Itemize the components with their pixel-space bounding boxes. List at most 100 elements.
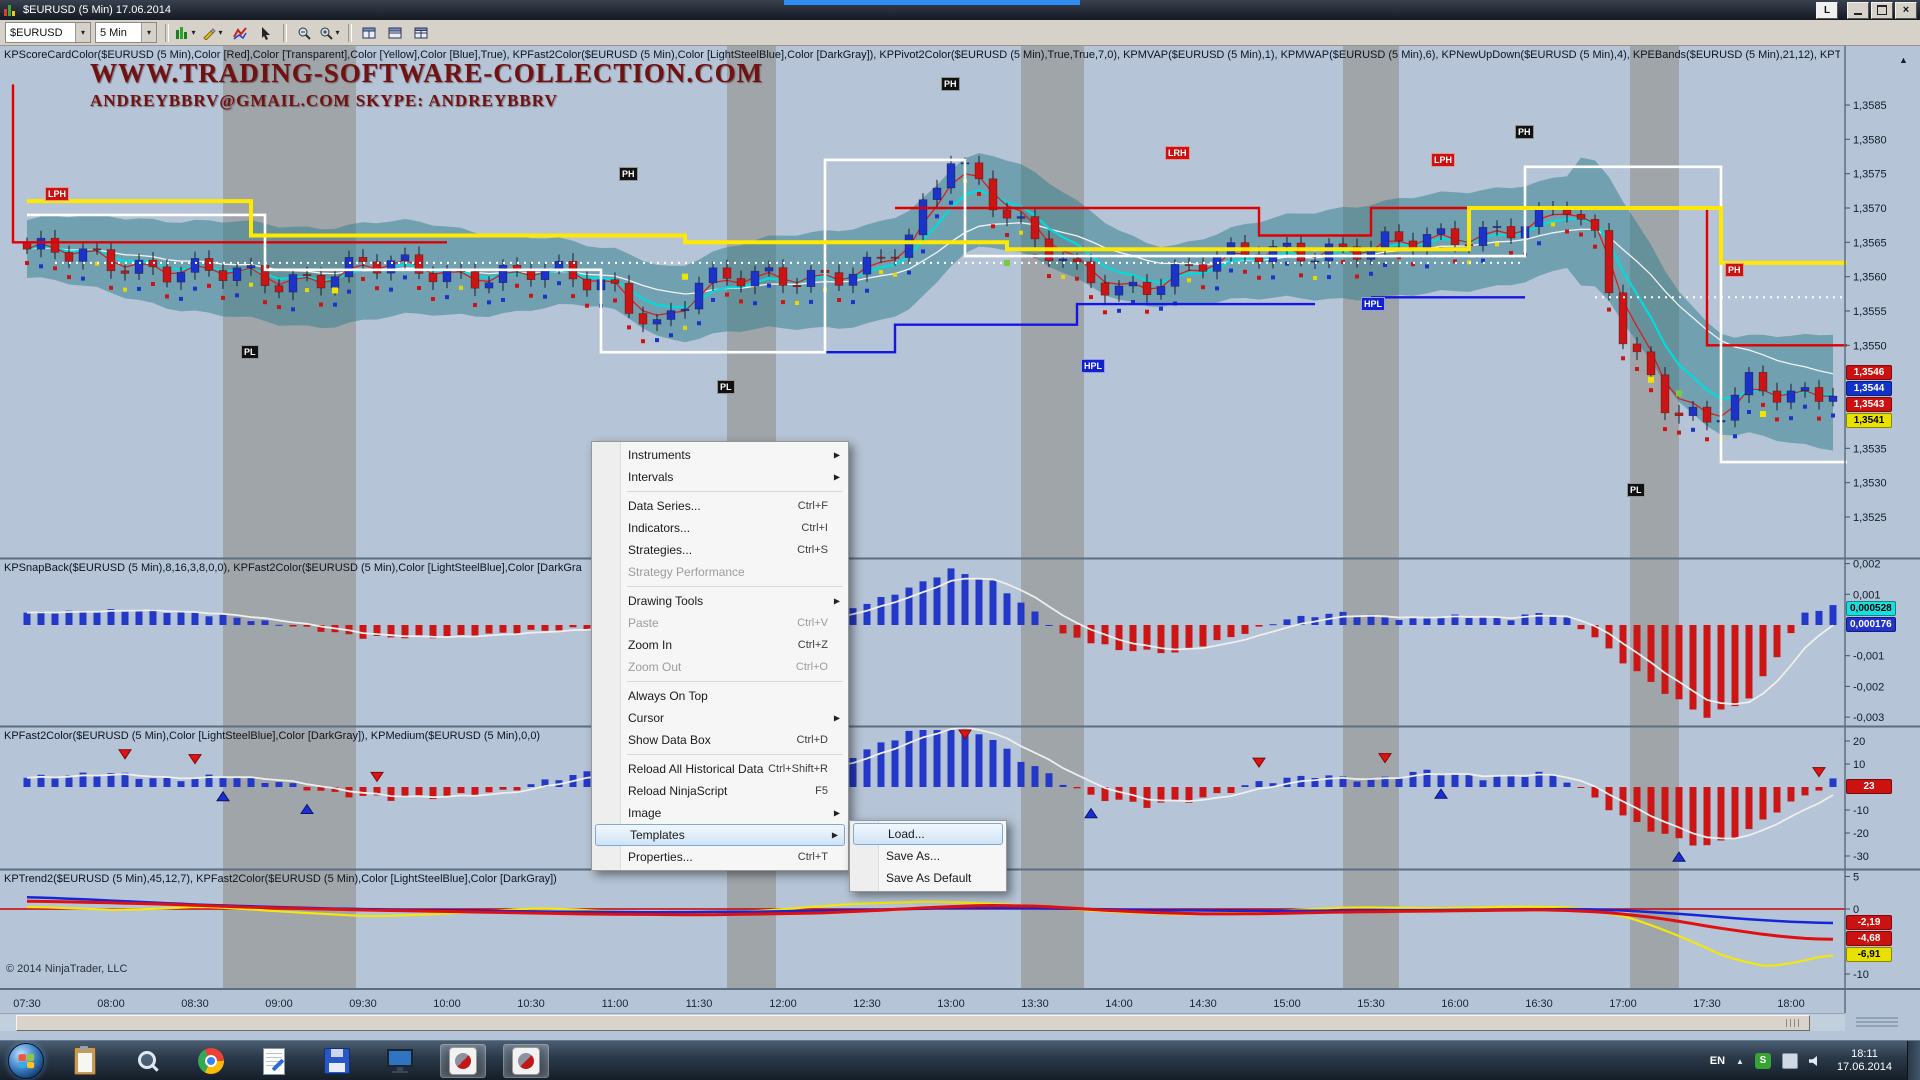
scrollbar-thumb[interactable]: [16, 1015, 1810, 1031]
menu-item-zoom-in[interactable]: Zoom InCtrl+Z: [594, 634, 846, 656]
svg-text:16:30: 16:30: [1525, 998, 1553, 1010]
tile-windows-button-3[interactable]: [408, 21, 434, 44]
menu-item-strategies[interactable]: Strategies...Ctrl+S: [594, 539, 846, 561]
svg-text:08:00: 08:00: [97, 998, 125, 1010]
horizontal-scrollbar[interactable]: [0, 1013, 1845, 1031]
chart-tag-ph: PH: [941, 77, 960, 91]
taskbar-app-chrome[interactable]: [188, 1044, 234, 1078]
menu-item-label: Intervals: [628, 470, 673, 484]
menu-item-always-on-top[interactable]: Always On Top: [594, 685, 846, 707]
svg-text:1,3575: 1,3575: [1853, 169, 1887, 181]
menu-item-label: Indicators...: [628, 521, 690, 535]
menu-item-shortcut: Ctrl+Shift+R: [768, 763, 828, 775]
menu-item-label: Save As Default: [886, 871, 971, 885]
windows-logo-icon: [18, 1054, 34, 1069]
instrument-selector[interactable]: $EURUSD ▾: [5, 22, 91, 43]
menu-item-save-as-default[interactable]: Save As Default: [852, 867, 1004, 889]
close-button[interactable]: ×: [1895, 2, 1917, 19]
svg-text:13:00: 13:00: [937, 998, 965, 1010]
submenu-arrow-icon: ▶: [832, 831, 838, 840]
svg-text:11:30: 11:30: [686, 998, 713, 1010]
drawing-tools-button[interactable]: ▾: [200, 21, 227, 44]
tile-windows-button-2[interactable]: [382, 21, 408, 44]
menu-item-instruments[interactable]: Instruments▶: [594, 444, 846, 466]
taskbar-app-notepad[interactable]: [251, 1044, 297, 1078]
svg-text:1,3570: 1,3570: [1853, 203, 1887, 215]
monitor-icon: [387, 1049, 413, 1074]
taskbar-app-desktop[interactable]: [377, 1044, 423, 1078]
show-desktop-button[interactable]: [1907, 1041, 1920, 1080]
snapback-signal-line: [27, 579, 1833, 705]
volume-icon[interactable]: [1809, 1055, 1822, 1067]
medium-panel-indicator-label: KPFast2Color($EURUSD (5 Min),Color [Ligh…: [4, 730, 540, 742]
menu-item-reload-ninjascript[interactable]: Reload NinjaScriptF5: [594, 780, 846, 802]
taskbar-app-save[interactable]: [314, 1044, 360, 1078]
taskbar-app-ninjatrader-2[interactable]: [503, 1044, 549, 1078]
menu-item-load[interactable]: Load...: [853, 823, 1003, 845]
menu-item-data-series[interactable]: Data Series...Ctrl+F: [594, 495, 846, 517]
menu-item-zoom-out: Zoom Out Ctrl+O: [594, 656, 846, 678]
chart-tag-ph: PH: [619, 167, 638, 181]
resize-grip-icon[interactable]: [1856, 1017, 1898, 1028]
svg-text:18:00: 18:00: [1777, 998, 1805, 1010]
tray-expand-icon[interactable]: ▲: [1736, 1057, 1744, 1066]
menu-item-image[interactable]: Image▶: [594, 802, 846, 824]
menu-item-label: Zoom Out: [628, 660, 681, 674]
menu-item-shortcut: Ctrl+O: [796, 661, 828, 673]
menu-item-label: Save As...: [886, 849, 940, 863]
menu-item-shortcut: Ctrl+I: [801, 522, 828, 534]
white-ma-line: [27, 223, 1833, 374]
price-badge: -6,91: [1846, 947, 1892, 962]
panel-collapse-icon[interactable]: ▲: [1899, 55, 1908, 65]
cyan-ma-line: [27, 190, 1833, 398]
menu-item-shortcut: F5: [815, 785, 828, 797]
chart-style-button[interactable]: ▾: [173, 21, 200, 44]
chart-tag-lph: LPH: [1431, 153, 1455, 167]
tray-antivirus-icon[interactable]: S: [1755, 1053, 1771, 1069]
taskbar-app-search[interactable]: [125, 1044, 171, 1078]
zoom-out-button[interactable]: [291, 21, 317, 44]
interval-selector[interactable]: 5 Min ▾: [95, 22, 157, 43]
menu-item-templates[interactable]: Templates▶: [595, 824, 845, 846]
svg-text:0,002: 0,002: [1853, 559, 1881, 571]
minimize-button[interactable]: [1847, 2, 1869, 19]
tray-network-icon[interactable]: [1782, 1053, 1798, 1069]
submenu-arrow-icon: ▶: [834, 473, 840, 482]
menu-item-intervals[interactable]: Intervals ▶: [594, 466, 846, 488]
taskbar-app-clipboard[interactable]: [62, 1044, 108, 1078]
notepad-icon: [263, 1048, 285, 1075]
menu-item-cursor[interactable]: Cursor▶: [594, 707, 846, 729]
clock[interactable]: 18:11 17.06.2014: [1837, 1048, 1892, 1074]
dropdown-arrow-icon: ▾: [189, 22, 198, 43]
clipboard-icon: [74, 1047, 96, 1075]
menu-item-save-as[interactable]: Save As...: [852, 845, 1004, 867]
menu-item-drawing-tools[interactable]: Drawing Tools▶: [594, 590, 846, 612]
menu-item-reload-all-historical-data[interactable]: Reload All Historical DataCtrl+Shift+R: [594, 758, 846, 780]
tile-windows-button-1[interactable]: [356, 21, 382, 44]
svg-text:15:00: 15:00: [1273, 998, 1301, 1010]
zigzag-tool-button[interactable]: [227, 21, 253, 44]
svg-text:12:30: 12:30: [853, 998, 881, 1010]
svg-text:1,3525: 1,3525: [1853, 512, 1887, 524]
start-button[interactable]: [8, 1043, 44, 1079]
menu-item-label: Cursor: [628, 711, 664, 725]
pointer-tool-button[interactable]: [253, 21, 279, 44]
maximize-button[interactable]: [1871, 2, 1893, 19]
svg-text:-0,003: -0,003: [1853, 712, 1884, 724]
svg-text:1,3565: 1,3565: [1853, 237, 1887, 249]
language-indicator[interactable]: EN: [1710, 1055, 1725, 1067]
menu-item-properties[interactable]: Properties...Ctrl+T: [594, 846, 846, 868]
menu-item-show-data-box[interactable]: Show Data BoxCtrl+D: [594, 729, 846, 751]
svg-text:1,3580: 1,3580: [1853, 134, 1887, 146]
zoom-in-button[interactable]: ▾: [317, 21, 344, 44]
scrollbar-grip-icon: [1786, 1019, 1799, 1027]
svg-text:13:30: 13:30: [1021, 998, 1049, 1010]
taskbar-app-ninjatrader-1[interactable]: [440, 1044, 486, 1078]
trend-panel: [0, 897, 1845, 965]
svg-text:07:30: 07:30: [13, 998, 41, 1010]
pencil-icon: [202, 26, 216, 40]
price-badge: -2,19: [1846, 915, 1892, 930]
menu-item-indicators[interactable]: Indicators... Ctrl+I: [594, 517, 846, 539]
dropdown-arrow-icon: ▾: [333, 22, 342, 43]
link-button[interactable]: L: [1816, 2, 1838, 19]
